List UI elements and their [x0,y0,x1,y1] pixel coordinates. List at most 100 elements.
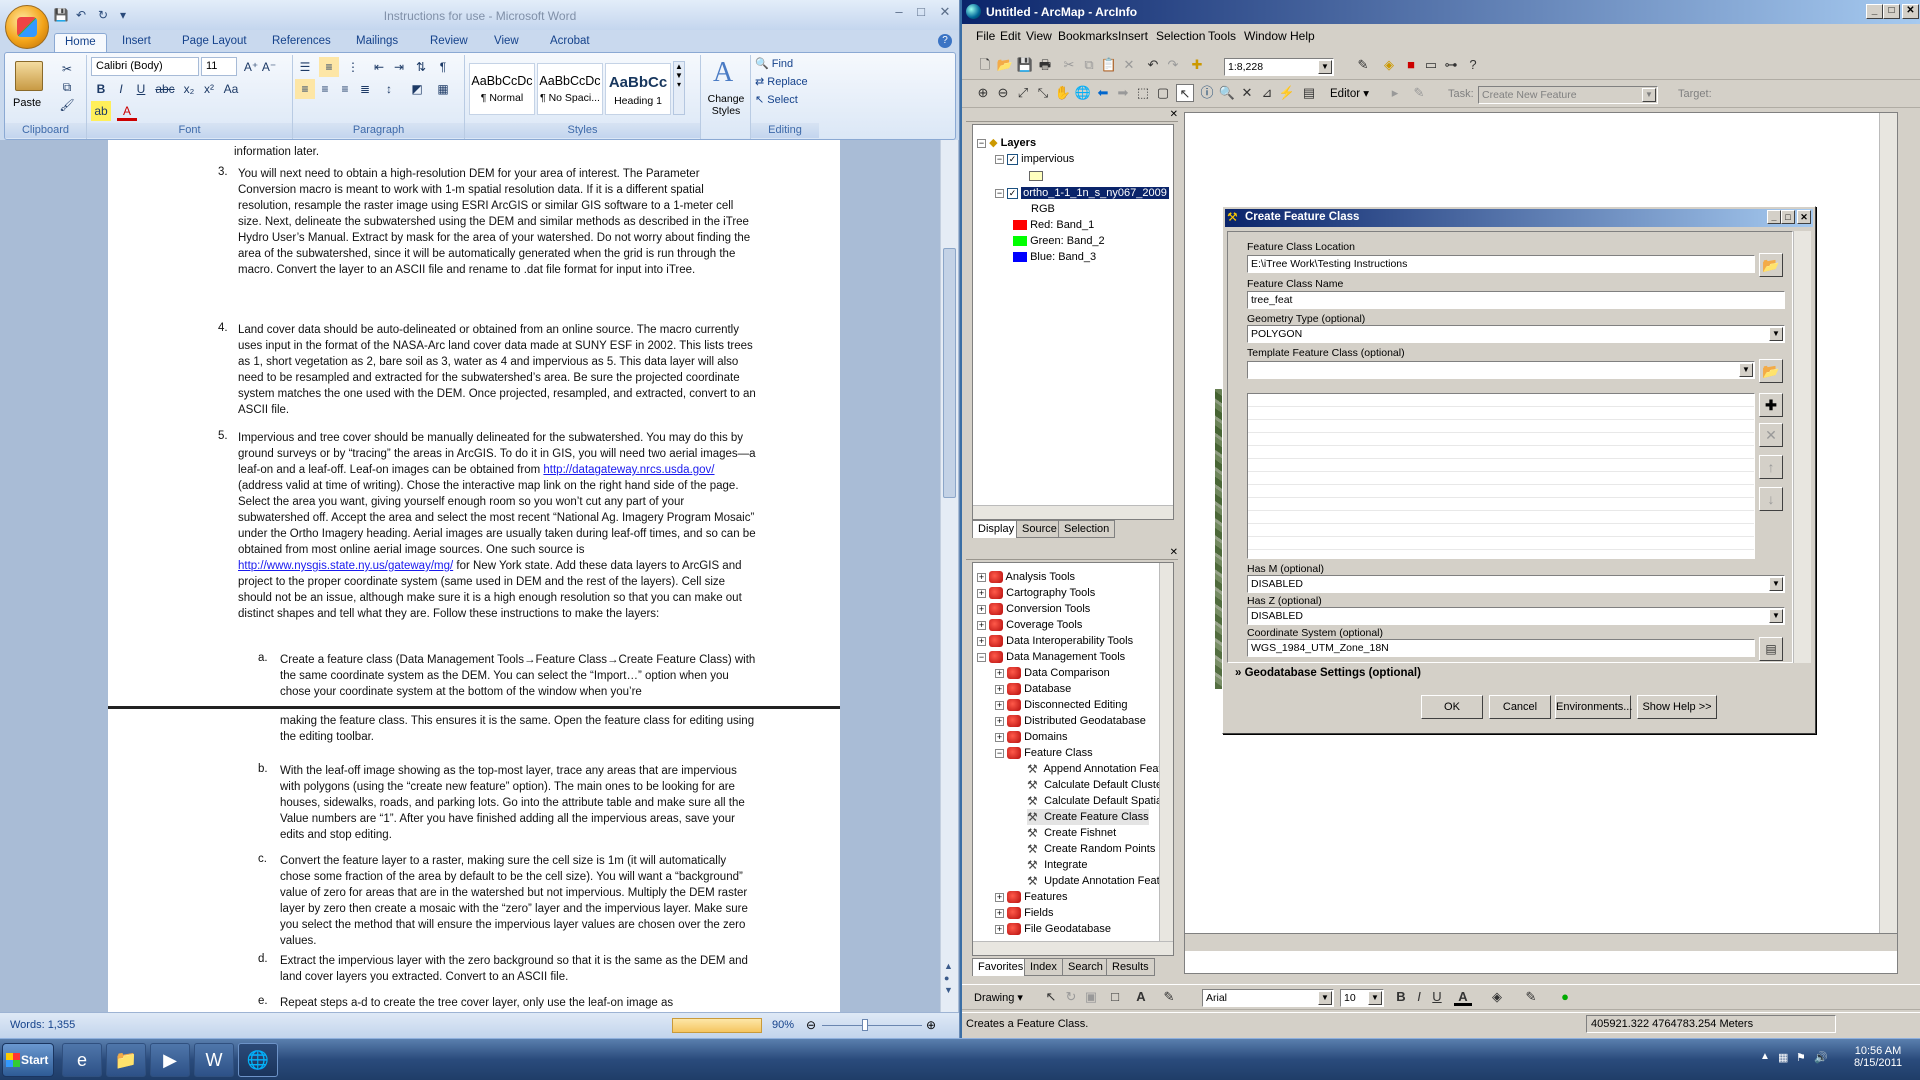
replace-button[interactable]: ⇄ Replace [755,75,808,88]
collapse-icon[interactable]: − [995,188,1004,198]
impervious-symbol[interactable] [1029,171,1043,181]
tab-favorites[interactable]: Favorites [972,958,1030,976]
word-vertical-scrollbar[interactable]: ▲ ● ▼ [940,140,958,1012]
menu-view[interactable]: View [1026,29,1052,43]
toolset-data-comparison[interactable]: + Data Comparison [995,665,1110,681]
italic-icon[interactable]: I [111,79,131,99]
zoom-in-icon[interactable]: ⊕ [926,1018,936,1032]
tab-acrobat[interactable]: Acrobat [540,33,600,52]
full-extent-icon[interactable]: 🌐 [1074,84,1092,102]
font-size-select[interactable]: 11 [201,57,237,76]
tab-source[interactable]: Source [1016,520,1063,538]
toolbox-vertical-scrollbar[interactable] [1159,563,1173,941]
action-center-icon[interactable]: ⚑ [1796,1051,1806,1064]
zoom-whole-page-icon[interactable]: ▣ [1082,988,1100,1006]
document-page-1[interactable]: information later. 3. You will next need… [108,140,840,706]
copy-icon[interactable]: ⧉ [57,77,77,97]
arctoolbox-icon[interactable]: ■ [1402,56,1420,74]
measure-icon[interactable]: ⊿ [1258,84,1276,102]
show-marks-icon[interactable]: ¶ [433,57,453,77]
cut-icon[interactable]: ✂ [57,59,77,79]
expand-icon[interactable]: + [995,732,1004,742]
zoom-slider-thumb[interactable] [862,1019,868,1031]
marker-color-icon[interactable]: ● [1556,988,1574,1006]
redo-icon[interactable]: ↷ [1164,56,1182,74]
collapse-icon[interactable]: − [977,138,986,148]
expand-icon[interactable]: + [977,588,986,598]
collapse-icon[interactable]: − [995,748,1004,758]
menu-edit[interactable]: Edit [1000,29,1021,43]
tab-index[interactable]: Index [1024,958,1063,976]
style-normal[interactable]: AaBbCcDc ¶ Normal [469,63,535,115]
back-extent-icon[interactable]: ⬅ [1094,84,1112,102]
new-icon[interactable]: 🗋 [976,56,994,74]
strikethrough-icon[interactable]: abc [155,79,175,99]
styles-scroll[interactable]: ▲ ▼ ▾ [673,61,685,115]
numbering-icon[interactable]: ≡ [319,57,339,77]
cancel-button[interactable]: Cancel [1489,695,1551,719]
sort-icon[interactable]: ⇅ [411,57,431,77]
document-page-2[interactable]: making the feature class. This ensures i… [108,709,840,1012]
restore-icon[interactable]: □ [910,4,932,21]
command-line-icon[interactable]: ▭ [1422,56,1440,74]
browse-folder-icon[interactable]: 📂 [1759,253,1783,277]
map-vertical-scrollbar[interactable] [1879,113,1897,933]
move-down-icon[interactable]: ↓ [1759,487,1783,511]
close-icon[interactable]: ✕ [1902,4,1919,19]
expand-icon[interactable]: + [995,908,1004,918]
tab-home[interactable]: Home [54,33,107,52]
collapse-icon[interactable]: − [995,154,1004,164]
expand-icon[interactable]: + [977,572,986,582]
paste-button[interactable]: Paste [13,97,41,109]
minimize-icon[interactable]: _ [1866,4,1883,19]
close-icon[interactable]: ✕ [1797,210,1811,224]
menu-bookmarks[interactable]: Bookmarks [1058,29,1118,43]
fixed-zoom-in-icon[interactable]: ⤢ [1014,84,1032,102]
toolset-database[interactable]: + Database [995,681,1071,697]
ok-button[interactable]: OK [1421,695,1483,719]
word-count[interactable]: Words: 1,355 [10,1019,75,1031]
tool-calc-spatial-grid[interactable]: ⚒ Calculate Default Spatial Grid Index [1027,793,1173,809]
line-color-icon[interactable]: ✎ [1522,988,1540,1006]
open-icon[interactable]: 📂 [996,56,1014,74]
expand-icon[interactable]: + [995,892,1004,902]
toolset-feature-class[interactable]: − Feature Class [995,745,1093,761]
copy-icon[interactable]: ⧉ [1080,56,1098,74]
browse-object-icons[interactable]: ▲ ● ▼ [944,960,953,996]
tool-calc-cluster-tolerance[interactable]: ⚒ Calculate Default Cluster Tolerance [1027,777,1173,793]
scroll-thumb[interactable] [943,248,956,498]
select-elements-icon[interactable]: ↖ [1176,84,1194,102]
expand-icon[interactable]: + [977,636,986,646]
word-taskbar-icon[interactable]: W [194,1043,234,1077]
add-data-icon[interactable]: ✚ [1188,56,1206,74]
cut-icon[interactable]: ✂ [1060,56,1078,74]
decrease-indent-icon[interactable]: ⇤ [369,57,389,77]
toc-horizontal-scrollbar[interactable] [973,505,1173,519]
zoom-slider[interactable] [822,1025,922,1026]
change-case-icon[interactable]: Aa [221,79,241,99]
toc-layer-impervious[interactable]: − ✓ impervious [995,151,1074,167]
pan-icon[interactable]: ✋ [1054,84,1072,102]
view-buttons[interactable] [672,1018,762,1033]
nysgis-link[interactable]: http://www.nysgis.state.ny.us/gateway/mg… [238,560,453,572]
hasz-select[interactable]: DISABLED ▼ [1247,607,1785,625]
clear-selection-icon[interactable]: ▢ [1154,84,1172,102]
undo-icon[interactable]: ↶ [72,6,90,24]
tab-display[interactable]: Display [972,520,1021,538]
tool-integrate[interactable]: ⚒ Integrate [1027,857,1087,873]
toolbox-horizontal-scrollbar[interactable] [973,941,1173,955]
network-icon[interactable]: ▦ [1778,1051,1788,1064]
coord-properties-icon[interactable]: ▤ [1759,637,1783,661]
rotate-icon[interactable]: ↻ [1062,988,1080,1006]
tab-mailings[interactable]: Mailings [346,33,408,52]
internet-explorer-icon[interactable]: e [62,1043,102,1077]
hyperlink-icon[interactable]: ⚡ [1278,84,1296,102]
restore-icon[interactable]: □ [1883,4,1900,19]
expand-icon[interactable]: + [977,604,986,614]
geometry-select[interactable]: POLYGON ▼ [1247,325,1785,343]
drawing-font-select[interactable]: Arial ▼ [1202,989,1334,1007]
nrcs-link[interactable]: http://datagateway.nrcs.usda.gov/ [543,464,714,476]
layer-visibility-checkbox[interactable]: ✓ [1007,153,1019,165]
task-select[interactable]: Create New Feature ▼ [1478,86,1658,104]
paste-icon[interactable] [15,61,43,91]
